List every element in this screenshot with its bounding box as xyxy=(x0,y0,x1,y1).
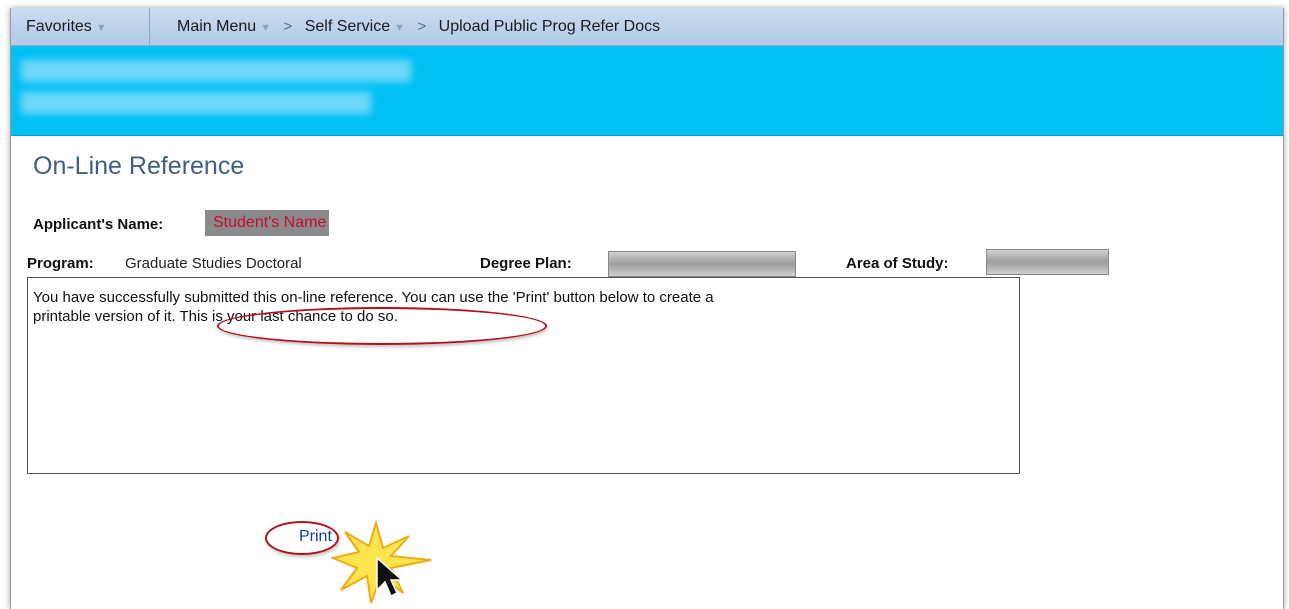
breadcrumb: Main Menu ▼ > Self Service ▼ > Upload Publ… xyxy=(177,18,660,36)
app-window: Favorites ▼ Main Menu ▼ > Self Service ▼ > … xyxy=(10,8,1284,609)
favorites-label: Favorites xyxy=(26,18,92,35)
highlight-oval-print xyxy=(265,521,339,555)
redacted-header-text xyxy=(21,92,371,114)
breadcrumb-label: Main Menu xyxy=(177,18,257,35)
breadcrumb-main-menu[interactable]: Main Menu ▼ xyxy=(177,18,271,35)
nav-divider xyxy=(149,8,150,45)
message-line-2-text: printable version of it. xyxy=(33,308,180,325)
area-of-study-value-redacted xyxy=(986,249,1109,275)
chevron-down-icon: ▼ xyxy=(260,22,272,34)
chevron-down-icon: ▼ xyxy=(95,22,107,34)
applicant-name-label: Applicant's Name: xyxy=(33,216,164,233)
degree-plan-value-redacted xyxy=(608,251,796,277)
confirmation-message-box: You have successfully submitted this on-… xyxy=(27,277,1020,474)
breadcrumb-label: Self Service xyxy=(304,18,391,35)
redacted-header-text xyxy=(21,60,411,82)
program-value: Graduate Studies Doctoral xyxy=(125,255,302,272)
degree-plan-label: Degree Plan: xyxy=(480,255,572,272)
click-burst-cursor-icon xyxy=(331,519,432,604)
chevron-right-icon: > xyxy=(283,18,293,35)
chevron-right-icon: > xyxy=(417,18,427,35)
header-banner xyxy=(11,46,1283,136)
applicant-name-value: Student's Name xyxy=(213,214,327,231)
area-of-study-label: Area of Study: xyxy=(846,255,949,272)
program-label: Program: xyxy=(27,255,94,272)
highlight-oval-last-chance xyxy=(217,307,547,345)
message-line-1: You have successfully submitted this on-… xyxy=(33,289,714,306)
breadcrumb-self-service[interactable]: Self Service ▼ xyxy=(305,18,405,35)
page-title: On-Line Reference xyxy=(33,152,245,180)
chevron-down-icon: ▼ xyxy=(394,22,405,34)
top-navigation-bar: Favorites ▼ Main Menu ▼ > Self Service ▼ > … xyxy=(11,8,1283,46)
breadcrumb-current-page: Upload Public Prog Refer Docs xyxy=(438,18,661,35)
favorites-menu[interactable]: Favorites ▼ xyxy=(26,18,107,36)
